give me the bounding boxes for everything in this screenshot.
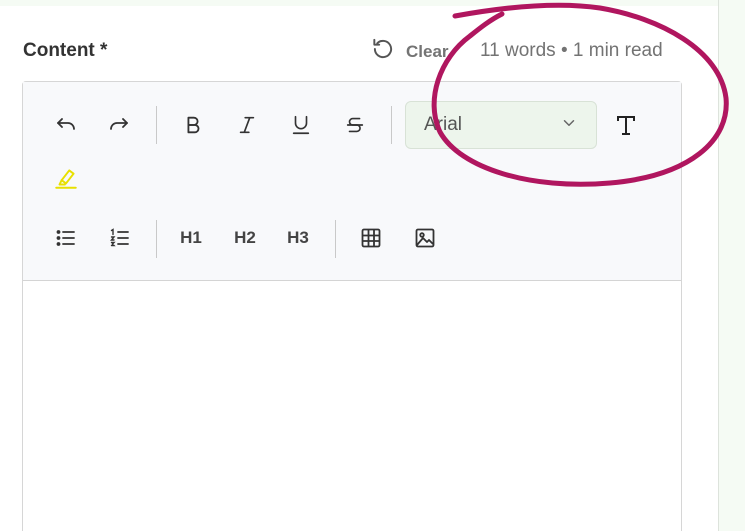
numbered-list-icon [108,226,132,250]
redo-icon [107,113,131,137]
highlight-button[interactable] [46,158,86,198]
font-family-select[interactable]: Arial [405,101,597,149]
content-field-label: Content * [23,40,108,61]
underline-icon [290,114,312,136]
editor-content-area[interactable] [23,282,681,531]
bold-button[interactable] [173,105,213,145]
font-family-value: Arial [424,114,463,135]
heading-1-button[interactable]: H1 [171,218,211,258]
highlight-icon [53,165,79,191]
heading-3-button[interactable]: H3 [278,218,318,258]
table-icon [359,226,383,250]
rich-text-editor: Arial H1 H2 H3 [22,81,682,531]
bold-icon [182,114,204,136]
right-panel-edge [718,0,745,531]
editor-toolbar: Arial H1 H2 H3 [23,82,681,281]
redo-button[interactable] [99,105,139,145]
italic-button[interactable] [227,105,267,145]
insert-table-button[interactable] [351,218,391,258]
strikethrough-icon [344,114,366,136]
undo-button[interactable] [46,105,86,145]
underline-button[interactable] [281,105,321,145]
text-color-icon [614,113,638,137]
toolbar-separator [335,220,336,258]
toolbar-separator [156,220,157,258]
numbered-list-button[interactable] [100,218,140,258]
clear-button[interactable]: Clear [370,36,449,67]
italic-icon [236,114,258,136]
toolbar-separator [156,106,157,144]
text-color-button[interactable] [606,105,646,145]
bullet-list-button[interactable] [46,218,86,258]
bullet-list-icon [54,226,78,250]
strikethrough-button[interactable] [335,105,375,145]
word-count-stats: 11 words • 1 min read [480,40,663,61]
insert-image-button[interactable] [405,218,445,258]
heading-2-button[interactable]: H2 [225,218,265,258]
reset-icon [370,36,396,67]
clear-button-label: Clear [406,41,449,61]
chevron-down-icon [560,114,578,137]
undo-icon [54,113,78,137]
image-icon [413,226,437,250]
toolbar-separator [391,106,392,144]
